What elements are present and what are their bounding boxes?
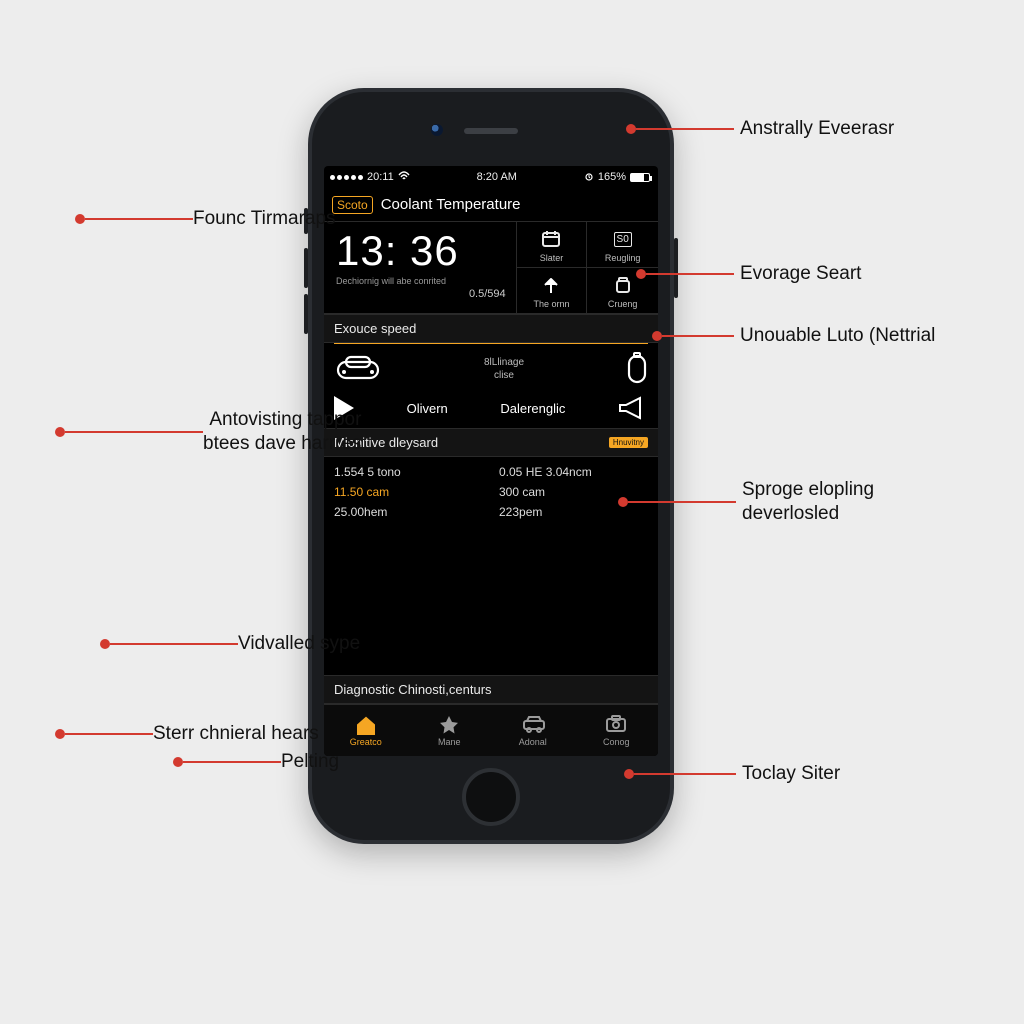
home-icon [355,715,377,735]
tab-label: Mane [438,737,461,747]
page-title: Coolant Temperature [381,196,521,213]
speed-mid: 8lLlinage clise [484,356,524,382]
section-header-speed: Exouce speed [324,314,658,343]
stats-grid: 1.554 5 tono 11.50 cam 25.00hem 0.05 HE … [324,457,658,523]
stat-value: 11.50 cam [334,485,483,499]
megaphone-icon[interactable] [618,396,648,420]
section-badge[interactable]: Hnuvitny [609,437,648,448]
calendar-icon [540,228,562,250]
callout-sterr: Sterr chnieral hears [55,722,325,746]
section-title: Diagnostic Chinosti,centurs [334,682,492,697]
star-icon [438,715,460,735]
cylinder-icon[interactable] [626,352,648,386]
app-header: Scoto Coolant Temperature [324,188,658,222]
callout-anstr: Anstrally Eveerasr [626,117,894,141]
tab-bar: Greatco Mane Adonal Conog [324,704,658,756]
statusbar-battery-pct: 165% [598,171,626,183]
status-bar: 20:11 8:20 AM 165% [324,166,658,188]
tab-label: Greatco [350,737,382,747]
tile-label: Slater [540,253,564,263]
battery-icon [630,173,650,182]
so-box-icon: S0 [612,228,634,250]
statusbar-time-left: 20:11 [367,171,394,183]
tab-camera[interactable]: Conog [575,705,659,756]
phone-frame: 20:11 8:20 AM 165% Scoto Coolant Tempera… [308,88,674,844]
statusbar-time-center: 8:20 AM [477,171,517,183]
callout-pelt: Pelting [173,750,345,774]
section-header-monitive: Mionitive dleysard Hnuvitny [324,428,658,457]
car-icon [522,715,544,735]
volume-up[interactable] [304,248,308,288]
car-front-icon[interactable] [334,354,382,384]
wifi-icon [398,171,410,184]
clock-panel: 13: 36 Dechiornig will abe conrited 0.5/… [324,222,517,313]
callout-vidv: Vidvalled sype [100,632,366,656]
tab-label: Adonal [519,737,547,747]
jar-icon [612,274,634,296]
volume-down[interactable] [304,294,308,334]
callout-evor: Evorage Seart [636,262,861,286]
speed-word-left[interactable]: Olivern [407,401,448,416]
clock-ratio: 0.5/594 [336,288,506,300]
tab-home[interactable]: Greatco [324,705,408,756]
callout-unou: Unouable Luto (Nettrial [652,324,935,348]
speed-word-right[interactable]: Dalerenglic [500,401,565,416]
home-button[interactable] [462,768,520,826]
stat-value: 1.554 5 tono [334,465,483,479]
tile-label: Crueng [608,299,638,309]
speed-panel: 8lLlinage clise Olivern Dalerenglic [324,344,658,428]
tab-favorites[interactable]: Mane [408,705,492,756]
front-camera [431,124,443,136]
tile-label: The ornn [533,299,569,309]
tile-slater[interactable]: Slater [517,222,588,268]
earpiece-speaker [464,128,518,134]
section-title: Exouce speed [334,321,416,336]
stat-value: 25.00hem [334,505,483,519]
stat-value: 0.05 HE 3.04ncm [499,465,648,479]
camera-icon [605,715,627,735]
phone-screen: 20:11 8:20 AM 165% Scoto Coolant Tempera… [324,166,658,756]
clock-subtitle: Dechiornig will abe conrited [336,276,506,286]
arrow-up-icon [540,274,562,296]
callout-anto: Antovisting tappor btees dave harrres [55,408,367,456]
section-header-diag: Diagnostic Chinosti,centurs [324,675,658,704]
alarm-icon [584,171,594,184]
stats-col-left: 1.554 5 tono 11.50 cam 25.00hem [334,465,483,519]
callout-sproge: Sproge elopling deverlosled [618,478,874,526]
callout-founc: Founc Tirmaraps [75,207,342,231]
clock-value: 13: 36 [336,230,506,272]
signal-dots-icon [330,175,363,180]
callout-tocl: Toclay Siter [624,762,840,786]
tile-theornn[interactable]: The ornn [517,268,588,313]
tab-vehicle[interactable]: Adonal [491,705,575,756]
tab-label: Conog [603,737,630,747]
clock-row: 13: 36 Dechiornig will abe conrited 0.5/… [324,222,658,314]
